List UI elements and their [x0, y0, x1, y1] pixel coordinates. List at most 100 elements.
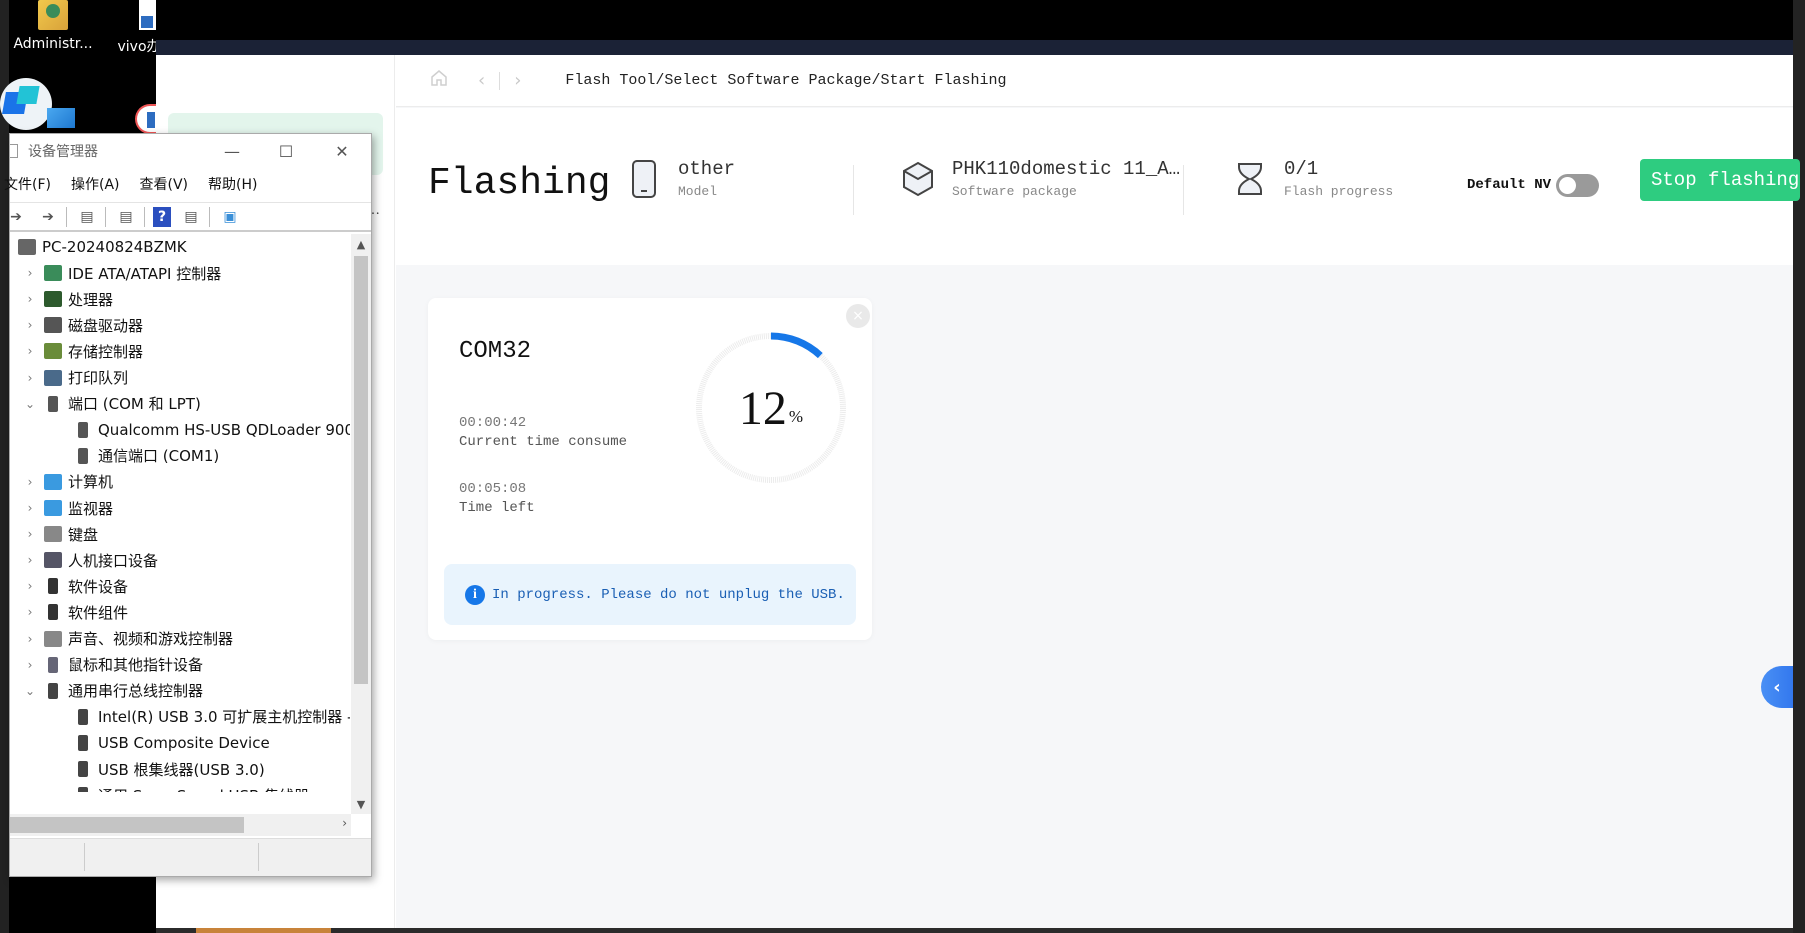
chevron-right-icon[interactable]: ›: [24, 553, 36, 567]
breadcrumb: Flash Tool/Select Software Package/Start…: [565, 72, 1007, 89]
chevron-down-icon[interactable]: ⌄: [24, 397, 36, 411]
device-manager-window: 设备管理器 — ☐ ✕ 文件(F) 操作(A) 查看(V) 帮助(H) ➔ ➔ …: [4, 133, 372, 877]
device-manager-menubar: 文件(F) 操作(A) 查看(V) 帮助(H): [4, 174, 277, 198]
toolbar-divider: [144, 206, 145, 227]
tree-item[interactable]: ⌄ 端口 (COM 和 LPT): [24, 391, 201, 417]
mouse-icon: [48, 656, 58, 673]
tree-item[interactable]: Qualcomm HS-USB QDLoader 900: [54, 417, 350, 443]
tree-item-label: USB 根集线器(USB 3.0): [98, 760, 265, 779]
breadcrumb-bar: ‹ › Flash Tool/Select Software Package/S…: [396, 55, 1793, 107]
scrollbar-thumb[interactable]: [354, 256, 368, 684]
port-icon: [78, 421, 88, 438]
tree-item[interactable]: ⌄ 通用串行总线控制器: [24, 678, 203, 704]
chevron-right-icon[interactable]: ›: [24, 292, 36, 306]
forward-icon[interactable]: ➔: [36, 207, 60, 227]
scroll-up-icon[interactable]: ▲: [351, 234, 371, 254]
tree-item[interactable]: › 软件设备: [24, 573, 128, 599]
package-cube-icon: [900, 159, 936, 199]
user-folder-icon: [38, 0, 68, 30]
keyboard-icon: [44, 526, 62, 543]
forward-arrow-icon[interactable]: ›: [514, 70, 521, 91]
tree-item[interactable]: › 声音、视频和游戏控制器: [24, 626, 233, 652]
tree-item-label: IDE ATA/ATAPI 控制器: [68, 264, 222, 283]
chevron-right-icon[interactable]: ›: [24, 632, 36, 646]
tree-item-label: Intel(R) USB 3.0 可扩展主机控制器 -: [98, 708, 350, 727]
tree-item[interactable]: › 存储控制器: [24, 338, 143, 364]
scroll-right-icon[interactable]: ›: [342, 816, 347, 830]
close-button[interactable]: ✕: [322, 138, 362, 164]
menu-view[interactable]: 查看(V): [140, 174, 189, 198]
tree-item[interactable]: USB 根集线器(USB 3.0): [54, 756, 265, 782]
tree-item[interactable]: › 磁盘驱动器: [24, 312, 143, 338]
header-divider: [853, 165, 854, 215]
taskbar-active-item[interactable]: [196, 928, 331, 933]
properties-icon[interactable]: ▤: [114, 207, 138, 227]
back-arrow-icon[interactable]: ‹: [478, 70, 485, 91]
tree-item[interactable]: 通信端口 (COM1): [54, 443, 219, 469]
tree-item[interactable]: › 软件组件: [24, 599, 128, 625]
back-icon[interactable]: ➔: [4, 207, 28, 227]
chevron-down-icon[interactable]: ⌄: [24, 684, 36, 698]
time-left-label: Time left: [459, 500, 535, 516]
storage-controller-icon: [44, 343, 62, 360]
collapse-panel-button[interactable]: ‹: [1761, 666, 1793, 708]
scrollbar-thumb[interactable]: [10, 817, 244, 833]
scan-hardware-icon[interactable]: ▣: [218, 207, 242, 227]
sound-icon: [44, 630, 62, 647]
vertical-scrollbar[interactable]: ▲ ▼: [351, 234, 371, 814]
menu-file[interactable]: 文件(F): [4, 174, 51, 198]
chevron-right-icon[interactable]: ›: [24, 658, 36, 672]
tree-item-label: 处理器: [68, 290, 114, 309]
chevron-right-icon[interactable]: ›: [24, 579, 36, 593]
tree-item-label: 存储控制器: [68, 342, 144, 361]
tree-item-label: 人机接口设备: [68, 551, 159, 570]
app-logo-icon[interactable]: [0, 78, 52, 130]
usb-notice: i In progress. Please do not unplug the …: [444, 564, 856, 625]
chevron-right-icon[interactable]: ›: [24, 266, 36, 280]
tree-item-label: 端口 (COM 和 LPT): [68, 395, 201, 414]
show-hide-console-icon[interactable]: ▤: [75, 207, 99, 227]
monitor-desktop-icon: [47, 108, 75, 128]
stop-flashing-button[interactable]: Stop flashing: [1640, 159, 1800, 201]
menu-action[interactable]: 操作(A): [71, 174, 120, 198]
action-pane-icon[interactable]: ▤: [179, 207, 203, 227]
tree-item[interactable]: USB Composite Device: [54, 730, 270, 756]
tree-item[interactable]: › 打印队列: [24, 365, 128, 391]
horizontal-scrollbar[interactable]: ›: [10, 814, 351, 836]
tree-item[interactable]: 通用 SuperSpeed USB 集线器: [54, 782, 309, 792]
tree-item[interactable]: › IDE ATA/ATAPI 控制器: [24, 260, 222, 286]
usb-icon: [78, 708, 88, 725]
scroll-down-icon[interactable]: ▼: [351, 794, 371, 814]
tree-item[interactable]: › 处理器: [24, 286, 113, 312]
chevron-right-icon[interactable]: ›: [24, 527, 36, 541]
tree-item-label: 通用串行总线控制器: [68, 682, 204, 701]
tree-item[interactable]: › 鼠标和其他指针设备: [24, 652, 203, 678]
chevron-right-icon[interactable]: ›: [24, 318, 36, 332]
package-info: PHK110domestic 11_A… Software package: [900, 158, 1180, 199]
maximize-button[interactable]: ☐: [266, 138, 306, 164]
tree-item-label: 键盘: [68, 525, 99, 544]
taskbar-edge: [156, 928, 1793, 933]
flash-header: Flashing other Model PHK110domestic 11_A…: [396, 108, 1800, 265]
chevron-right-icon[interactable]: ›: [24, 475, 36, 489]
menu-help[interactable]: 帮助(H): [208, 174, 257, 198]
tree-item[interactable]: › 监视器: [24, 495, 113, 521]
tree-item[interactable]: Intel(R) USB 3.0 可扩展主机控制器 -: [54, 704, 350, 730]
model-value: other: [678, 158, 736, 180]
help-icon[interactable]: ?: [153, 206, 171, 227]
minimize-button[interactable]: —: [212, 138, 252, 164]
home-icon[interactable]: [430, 69, 448, 92]
model-info: other Model: [626, 158, 735, 199]
desktop-icon-administrator[interactable]: Administr...: [13, 0, 93, 52]
chevron-right-icon[interactable]: ›: [24, 371, 36, 385]
default-nv-toggle[interactable]: [1556, 174, 1599, 197]
tree-item[interactable]: › 人机接口设备: [24, 547, 158, 573]
chevron-right-icon[interactable]: ›: [24, 344, 36, 358]
chevron-right-icon[interactable]: ›: [24, 605, 36, 619]
chevron-right-icon[interactable]: ›: [24, 501, 36, 515]
tree-item[interactable]: PC-20240824BZMK: [18, 234, 187, 260]
close-icon[interactable]: ×: [846, 304, 870, 328]
tree-item-label: 鼠标和其他指针设备: [68, 656, 204, 675]
tree-item[interactable]: › 计算机: [24, 469, 113, 495]
tree-item[interactable]: › 键盘: [24, 521, 98, 547]
